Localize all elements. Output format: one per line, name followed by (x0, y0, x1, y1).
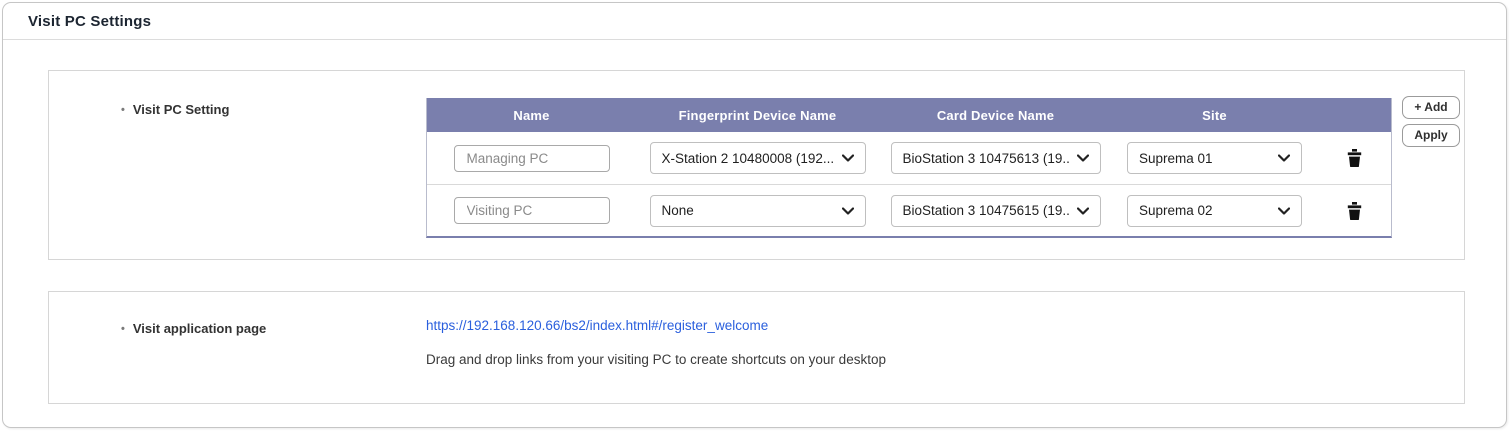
site-value: Suprema 01 (1139, 150, 1213, 166)
visit-pc-setting-label: Visit PC Setting (121, 102, 230, 117)
column-header-actions (1317, 98, 1391, 132)
visit-application-page-panel: Visit application page https://192.168.1… (48, 291, 1465, 404)
chevron-down-icon (841, 206, 854, 215)
name-input[interactable] (453, 144, 610, 172)
delete-cell (1317, 132, 1391, 184)
delete-cell (1317, 185, 1391, 236)
trash-icon (1347, 201, 1361, 220)
fingerprint-device-cell: None (636, 185, 879, 236)
apply-button[interactable]: Apply (1402, 124, 1460, 147)
visit-application-page-label: Visit application page (121, 321, 266, 336)
chevron-down-icon (1278, 154, 1290, 162)
drag-drop-hint-text: Drag and drop links from your visiting P… (426, 352, 886, 367)
site-select[interactable]: Suprema 01 (1127, 142, 1302, 174)
visit-pc-settings-window: Visit PC Settings Visit PC Setting Name … (2, 2, 1507, 428)
site-select[interactable]: Suprema 02 (1127, 194, 1302, 227)
delete-row-button[interactable] (1343, 198, 1366, 224)
card-device-select[interactable]: BioStation 3 10475615 (19... (890, 194, 1101, 227)
fingerprint-device-cell: X-Station 2 10480008 (192... (636, 132, 879, 184)
fingerprint-device-value: X-Station 2 10480008 (192... (661, 150, 834, 166)
name-cell (427, 185, 636, 236)
column-header-card-device: Card Device Name (936, 107, 1055, 123)
chevron-down-icon (841, 154, 854, 162)
delete-row-button[interactable] (1343, 145, 1366, 171)
fingerprint-device-select[interactable]: None (649, 194, 866, 227)
page-title: Visit PC Settings (28, 12, 152, 30)
name-cell (427, 132, 636, 184)
fingerprint-device-value: None (661, 203, 694, 218)
column-header-fingerprint-device: Fingerprint Device Name (678, 107, 837, 123)
column-header-site: Site (1202, 107, 1227, 123)
site-cell: Suprema 01 (1112, 132, 1317, 184)
chevron-down-icon (1076, 154, 1089, 162)
card-device-select[interactable]: BioStation 3 10475613 (19... (890, 142, 1101, 174)
chevron-down-icon (1076, 206, 1089, 215)
trash-icon (1347, 149, 1361, 168)
table-row: X-Station 2 10480008 (192... BioStation … (427, 132, 1391, 184)
visit-pc-table: Name Fingerprint Device Name Card Device… (426, 98, 1392, 238)
add-button[interactable]: + Add (1402, 96, 1460, 119)
card-device-value: BioStation 3 10475613 (19... (902, 150, 1069, 166)
fingerprint-device-select[interactable]: X-Station 2 10480008 (192... (649, 142, 866, 174)
card-device-value: BioStation 3 10475615 (19... (902, 203, 1069, 218)
site-value: Suprema 02 (1139, 203, 1213, 218)
page-header: Visit PC Settings (3, 3, 1506, 40)
visit-application-link[interactable]: https://192.168.120.66/bs2/index.html#/r… (426, 318, 768, 333)
card-device-cell: BioStation 3 10475613 (19... (879, 132, 1112, 184)
name-input[interactable] (453, 197, 610, 224)
card-device-cell: BioStation 3 10475615 (19... (879, 185, 1112, 236)
table-header-row: Name Fingerprint Device Name Card Device… (427, 98, 1391, 132)
chevron-down-icon (1278, 206, 1290, 215)
visit-pc-setting-panel: Visit PC Setting Name Fingerprint Device… (48, 70, 1465, 260)
site-cell: Suprema 02 (1112, 185, 1317, 236)
table-row: None BioStation 3 10475615 (19... Suprem… (427, 184, 1391, 236)
column-header-name: Name (513, 107, 550, 123)
table-action-buttons: + Add Apply (1402, 96, 1462, 152)
